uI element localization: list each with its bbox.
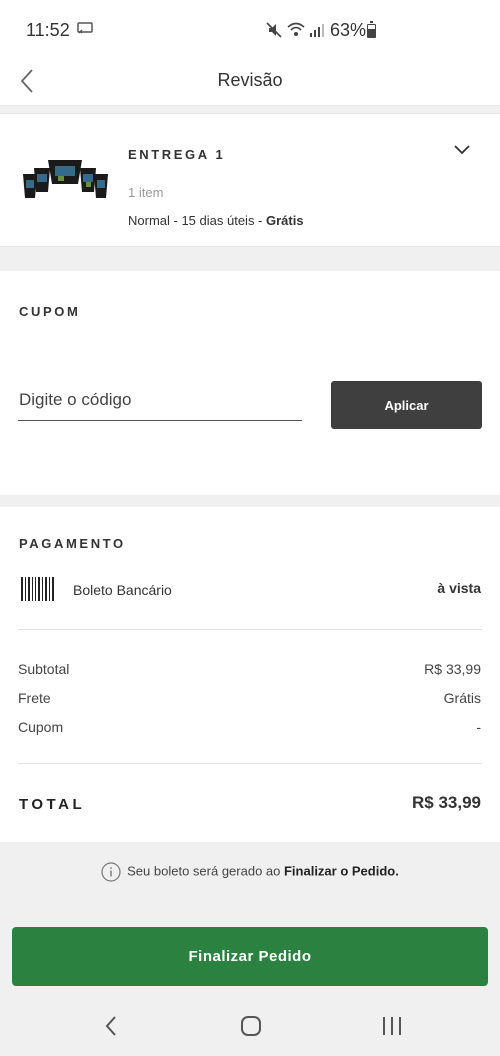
info-icon bbox=[101, 862, 121, 882]
coupon-label: Cupom bbox=[18, 719, 64, 735]
total-label: TOTAL bbox=[19, 796, 86, 813]
coupon-code-input[interactable] bbox=[18, 379, 302, 421]
status-time: 11:52 bbox=[26, 20, 70, 40]
delivery-items-count: 1 item bbox=[128, 185, 164, 200]
subtotal-label: Subtotal bbox=[18, 661, 70, 677]
payment-method: Boleto Bancário bbox=[73, 582, 172, 598]
shipping-value: Grátis bbox=[443, 690, 481, 706]
notice-text: Seu boleto será gerado ao bbox=[127, 863, 284, 879]
payment-card: PAGAMENTO Boleto Bancário à vista Subtot… bbox=[0, 507, 500, 842]
wifi-icon bbox=[287, 22, 305, 36]
cast-icon bbox=[77, 22, 93, 34]
payment-title: PAGAMENTO bbox=[19, 536, 126, 551]
total-value: R$ 33,99 bbox=[412, 793, 481, 812]
shipping-type: Normal - 15 dias úteis - bbox=[128, 213, 266, 228]
payment-terms: à vista bbox=[437, 580, 481, 596]
barcode-icon bbox=[21, 577, 54, 601]
finalize-order-button[interactable]: Finalizar Pedido bbox=[12, 927, 488, 986]
signal-icon bbox=[310, 24, 324, 37]
subtotal-value: R$ 33,99 bbox=[424, 661, 481, 677]
divider bbox=[18, 763, 482, 764]
coupon-title: CUPOM bbox=[19, 304, 81, 319]
product-thumbnail bbox=[23, 160, 108, 198]
shipping-price: Grátis bbox=[266, 213, 304, 228]
divider bbox=[18, 629, 482, 630]
system-nav-bar bbox=[0, 996, 500, 1056]
shipping-label: Frete bbox=[18, 690, 51, 706]
app-header: Revisão bbox=[0, 58, 500, 106]
mute-icon bbox=[266, 22, 282, 38]
status-bar: 11:52 63% bbox=[0, 0, 500, 58]
apply-coupon-button[interactable]: Aplicar bbox=[331, 381, 482, 429]
battery-percent: 63% bbox=[330, 20, 367, 40]
coupon-value: - bbox=[476, 719, 481, 735]
delivery-card[interactable]: ENTREGA 1 1 item Normal - 15 dias úteis … bbox=[0, 113, 500, 247]
boleto-notice: Seu boleto será gerado ao Finalizar o Pe… bbox=[0, 862, 500, 882]
battery-icon bbox=[367, 21, 376, 38]
nav-back-icon[interactable] bbox=[100, 1014, 122, 1038]
page-title: Revisão bbox=[217, 70, 283, 90]
notice-emphasis: Finalizar o Pedido. bbox=[283, 863, 399, 879]
chevron-down-icon[interactable] bbox=[452, 143, 472, 157]
nav-recents-icon[interactable] bbox=[380, 1016, 404, 1036]
delivery-shipping: Normal - 15 dias úteis - Grátis bbox=[128, 213, 304, 228]
nav-home-icon[interactable] bbox=[240, 1015, 262, 1037]
coupon-card: CUPOM Aplicar bbox=[0, 271, 500, 495]
delivery-title: ENTREGA 1 bbox=[128, 147, 226, 162]
